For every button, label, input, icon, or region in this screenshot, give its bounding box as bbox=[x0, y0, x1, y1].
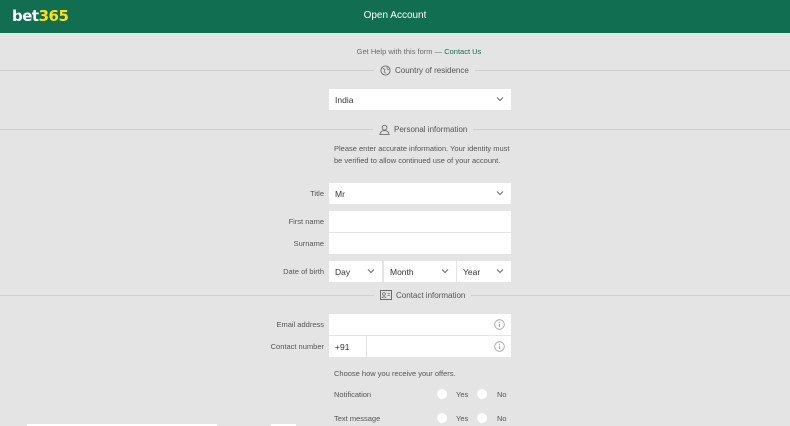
text-message-yes-radio[interactable] bbox=[437, 413, 447, 423]
surname-label: Surname bbox=[293, 239, 324, 248]
identity-note: Please enter accurate information. Your … bbox=[334, 144, 510, 165]
section-title-contact: Contact information bbox=[396, 290, 466, 300]
person-icon bbox=[379, 124, 390, 135]
section-title-personal: Personal information bbox=[394, 124, 468, 134]
first-name-label: First name bbox=[288, 217, 324, 226]
dob-year-select[interactable]: Year bbox=[457, 261, 511, 282]
chevron-down-icon bbox=[367, 269, 375, 274]
info-icon[interactable] bbox=[494, 319, 505, 330]
title-select[interactable]: Mr bbox=[329, 183, 511, 204]
title-label: Title bbox=[310, 189, 324, 198]
title-value: Mr bbox=[335, 188, 345, 199]
chevron-down-icon bbox=[496, 191, 504, 196]
phone-code-value: +91 bbox=[335, 341, 350, 352]
notification-no-radio[interactable] bbox=[477, 389, 487, 399]
text-message-label: Text message bbox=[334, 414, 381, 423]
section-heading-country: Country of residence bbox=[374, 63, 475, 77]
chevron-down-icon bbox=[441, 269, 449, 274]
section-contact: Contact information bbox=[0, 288, 790, 302]
text-message-no-label: No bbox=[497, 414, 507, 423]
section-heading-contact: Contact information bbox=[374, 288, 472, 302]
top-header: bet365 Open Account bbox=[0, 0, 790, 33]
text-message-no-radio[interactable] bbox=[477, 413, 487, 423]
help-text: Get Help with this form — bbox=[356, 47, 445, 56]
info-icon[interactable] bbox=[494, 341, 505, 352]
first-name-input[interactable] bbox=[329, 211, 511, 232]
page-title: Open Account bbox=[363, 10, 427, 21]
country-select[interactable]: India bbox=[329, 89, 511, 110]
section-title-country: Country of residence bbox=[395, 65, 469, 75]
email-input[interactable] bbox=[329, 314, 511, 335]
globe-icon bbox=[380, 64, 391, 76]
chevron-down-icon bbox=[496, 97, 504, 102]
section-heading-personal: Personal information bbox=[373, 122, 474, 136]
notification-yes-label: Yes bbox=[456, 390, 469, 399]
dob-label: Date of birth bbox=[283, 267, 324, 276]
notification-yes-radio[interactable] bbox=[437, 389, 447, 399]
dob-day-value: Day bbox=[335, 266, 351, 277]
form-help-line: Get Help with this form — Contact Us bbox=[0, 47, 790, 56]
notification-label: Notification bbox=[334, 390, 372, 399]
chevron-down-icon bbox=[496, 269, 504, 274]
offers-heading: Choose how you receive your offers. bbox=[334, 369, 456, 378]
text-message-yes-label: Yes bbox=[456, 414, 469, 423]
dob-month-select[interactable]: Month bbox=[384, 261, 456, 282]
country-value: India bbox=[335, 94, 354, 105]
surname-input[interactable] bbox=[329, 233, 511, 254]
phone-input[interactable] bbox=[367, 336, 511, 357]
section-personal: Personal information bbox=[0, 122, 790, 136]
phone-label: Contact number bbox=[270, 342, 324, 351]
phone-country-code[interactable]: +91 bbox=[329, 336, 366, 357]
contact-card-icon bbox=[380, 290, 392, 300]
email-label: Email address bbox=[276, 320, 324, 329]
dob-day-select[interactable]: Day bbox=[329, 261, 382, 282]
dob-month-value: Month bbox=[390, 266, 414, 277]
section-country: Country of residence bbox=[0, 63, 790, 77]
contact-us-link[interactable]: Contact Us bbox=[444, 47, 481, 56]
notification-no-label: No bbox=[497, 390, 507, 399]
dob-year-value: Year bbox=[463, 266, 481, 277]
